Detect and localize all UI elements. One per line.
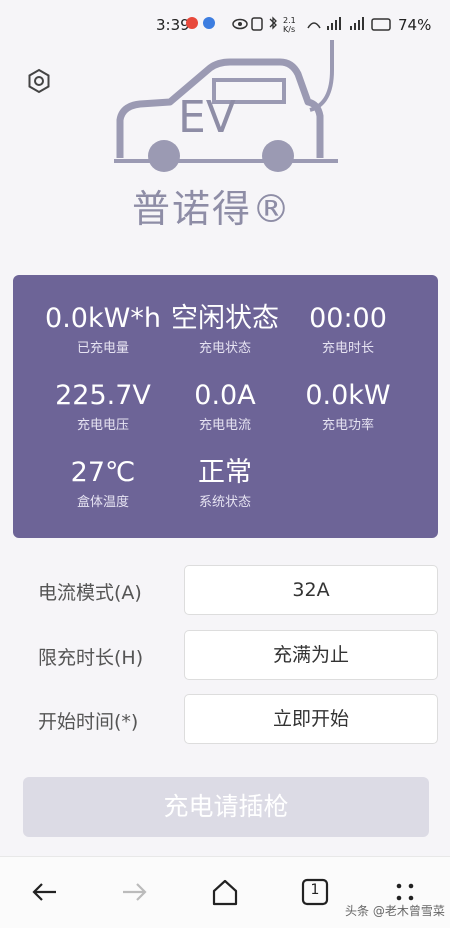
battery-level: 74% bbox=[398, 16, 432, 34]
stat-power: 0.0kW 充电功率 bbox=[273, 380, 423, 433]
home-icon bbox=[212, 879, 238, 906]
stat-duration: 00:00 充电时长 bbox=[273, 303, 423, 356]
stat-label: 充电时长 bbox=[321, 341, 374, 356]
stat-label: 充电功率 bbox=[321, 418, 374, 433]
arrow-left-icon bbox=[32, 883, 56, 901]
back-button[interactable] bbox=[30, 877, 60, 907]
charge-duration-label: 限充时长(H) bbox=[38, 647, 144, 669]
tab-count: 1 bbox=[310, 882, 320, 898]
notification-icons bbox=[185, 16, 225, 33]
current-mode-label: 电流模式(A) bbox=[38, 582, 142, 604]
forward-button[interactable] bbox=[119, 877, 149, 907]
start-time-select[interactable]: 立即开始 bbox=[184, 694, 438, 744]
home-button[interactable] bbox=[210, 877, 240, 907]
stat-label: 系统状态 bbox=[198, 495, 251, 510]
stat-value: 00:00 bbox=[309, 303, 387, 334]
stat-value: 0.0kW bbox=[305, 380, 391, 411]
arrow-right-icon bbox=[123, 883, 147, 901]
current-mode-row: 电流模式(A) 32A bbox=[0, 565, 450, 617]
stat-system-status: 正常 系统状态 bbox=[150, 457, 300, 510]
brand-name: 普诺得® bbox=[132, 187, 293, 231]
system-icons bbox=[232, 16, 392, 35]
stat-value: 正常 bbox=[198, 457, 252, 488]
start-time-row: 开始时间(*) 立即开始 bbox=[0, 694, 450, 746]
charge-button[interactable]: 充电请插枪 bbox=[23, 777, 429, 837]
network-speed: 2.1 K/s bbox=[283, 16, 296, 34]
tabs-button[interactable]: 1 bbox=[300, 877, 330, 907]
settings-button[interactable] bbox=[26, 68, 52, 94]
start-time-label: 开始时间(*) bbox=[38, 711, 139, 733]
charging-stats-panel: 0.0kW*h 已充电量 空闲状态 充电状态 00:00 充电时长 225.7V… bbox=[13, 275, 438, 538]
logo-text: EV bbox=[178, 92, 236, 143]
charge-duration-select[interactable]: 充满为止 bbox=[184, 630, 438, 680]
charge-duration-row: 限充时长(H) 充满为止 bbox=[0, 630, 450, 682]
gear-icon bbox=[28, 68, 50, 94]
current-mode-select[interactable]: 32A bbox=[184, 565, 438, 615]
watermark: 头条 @老木曾雪菜 bbox=[345, 904, 445, 918]
